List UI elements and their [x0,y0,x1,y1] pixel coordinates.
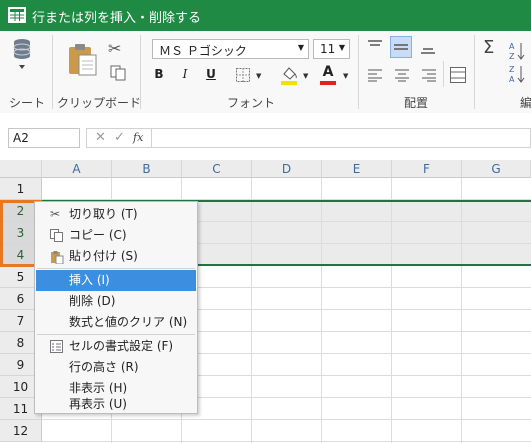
name-box[interactable]: A2 [8,128,80,148]
ribbon: シート ✂ クリップボード ＭＳ Ｐゴシック ▼ 11 ▼ B I U ▼ ▼ … [0,31,531,114]
font-color-dropdown-icon[interactable]: ▼ [343,72,348,80]
menu-item-label: セルの書式設定 (F) [69,339,174,353]
font-name-select[interactable]: ＭＳ Ｐゴシック ▼ [152,39,309,59]
menu-item-copy[interactable]: コピー (C) [36,225,196,246]
format-cells-icon [50,340,63,353]
menu-item-delete[interactable]: 削除 (D) [36,291,196,312]
paste-icon [51,251,64,264]
grid-line [42,419,531,420]
menu-item-label: 貼り付け (S) [69,249,138,263]
menu-item-paste[interactable]: 貼り付け (S) [36,246,196,267]
font-color-letter: A [322,64,334,80]
column-header[interactable]: E [322,160,392,178]
formula-input[interactable] [152,128,531,148]
group-label-sheet: シート [9,96,46,110]
align-top-icon[interactable] [367,39,383,51]
menu-item-label: 削除 (D) [69,294,116,308]
font-size-value: 11 [320,42,336,56]
menu-item-unhide[interactable]: 再表示 (U) [36,395,196,413]
menu-separator [37,268,195,269]
align-right-icon[interactable] [421,68,437,82]
copy-icon [50,229,63,242]
group-separator [52,35,53,109]
border-icon[interactable] [236,68,250,82]
align-bottom-icon[interactable] [420,43,436,55]
autosum-icon[interactable]: Σ [483,37,494,58]
spreadsheet-app-icon [8,7,26,23]
function-icon[interactable]: fx [133,131,143,144]
group-separator [474,35,475,109]
fill-color-dropdown-icon[interactable]: ▼ [303,72,308,80]
menu-item-insert[interactable]: 挿入 (I) [36,270,196,291]
column-header[interactable]: D [252,160,322,178]
formula-buttons: ✕ ✓ fx [86,128,152,148]
row-header[interactable]: 1 [0,178,42,200]
cut-icon[interactable]: ✂ [108,39,121,58]
scissors-icon: ✂ [50,207,61,221]
cancel-icon[interactable]: ✕ [95,130,106,145]
svg-text:A: A [509,75,515,84]
column-header[interactable]: B [112,160,182,178]
paste-icon[interactable] [66,41,100,77]
group-label-align: 配置 [404,96,429,110]
group-separator [358,35,359,109]
menu-item-label: コピー (C) [69,228,127,242]
menu-item-label: 行の高さ (R) [69,360,139,374]
menu-item-clear-contents[interactable]: 数式と値のクリア (N) [36,312,196,333]
menu-item-row-height[interactable]: 行の高さ (R) [36,357,196,378]
svg-text:Z: Z [509,52,515,61]
name-box-value: A2 [13,131,29,145]
svg-text:A: A [509,42,515,51]
menu-item-format-cells[interactable]: セルの書式設定 (F) [36,336,196,357]
border-dropdown-icon[interactable]: ▼ [256,72,261,80]
align-left-icon[interactable] [367,68,383,82]
group-separator [140,35,141,109]
svg-text:Z: Z [509,65,515,74]
group-label-clipboard: クリップボード [57,96,142,110]
chevron-down-icon: ▼ [297,43,304,52]
menu-item-label: 切り取り (T) [69,207,138,221]
row-header[interactable]: 12 [0,420,42,442]
font-name-value: ＭＳ Ｐゴシック [159,44,247,58]
select-all-corner[interactable] [0,160,42,178]
menu-item-label: 数式と値のクリア (N) [69,315,188,329]
bold-button[interactable]: B [148,63,170,85]
align-middle-button[interactable] [390,36,412,58]
fill-color-icon[interactable] [280,65,298,85]
align-middle-icon [394,44,408,50]
align-center-icon[interactable] [394,68,410,82]
italic-button[interactable]: I [174,63,196,85]
column-header[interactable]: G [462,160,531,178]
enter-icon[interactable]: ✓ [114,130,125,145]
merge-cells-icon[interactable] [450,67,466,83]
menu-separator [37,334,195,335]
context-menu: ✂ 切り取り (T) コピー (C) 貼り付け (S) 挿入 (I) 削除 (D… [34,201,198,414]
menu-item-label: 挿入 (I) [69,273,110,287]
menu-item-label: 再表示 (U) [69,397,127,411]
sheet-database-icon[interactable] [12,37,34,71]
title-bar: 行または列を挿入・削除する [0,0,531,31]
font-color-button[interactable]: A [320,64,336,86]
window-title: 行または列を挿入・削除する [32,11,202,26]
column-headers: A B C D E F G [0,160,531,178]
menu-item-cut[interactable]: ✂ 切り取り (T) [36,204,196,225]
font-color-swatch [320,81,336,85]
column-header[interactable]: A [42,160,112,178]
underline-button[interactable]: U [200,63,222,85]
column-header[interactable]: C [182,160,252,178]
group-label-edit: 編 [520,96,531,110]
sort-ascending-icon[interactable]: A Z [509,41,525,61]
grid-line [42,441,531,442]
sort-descending-icon[interactable]: Z A [509,64,525,84]
copy-icon[interactable] [110,65,126,81]
group-label-font: フォント [227,96,276,110]
font-size-select[interactable]: 11 ▼ [313,39,350,59]
group-separator [443,61,444,87]
chevron-down-icon: ▼ [338,43,345,52]
column-header[interactable]: F [392,160,462,178]
